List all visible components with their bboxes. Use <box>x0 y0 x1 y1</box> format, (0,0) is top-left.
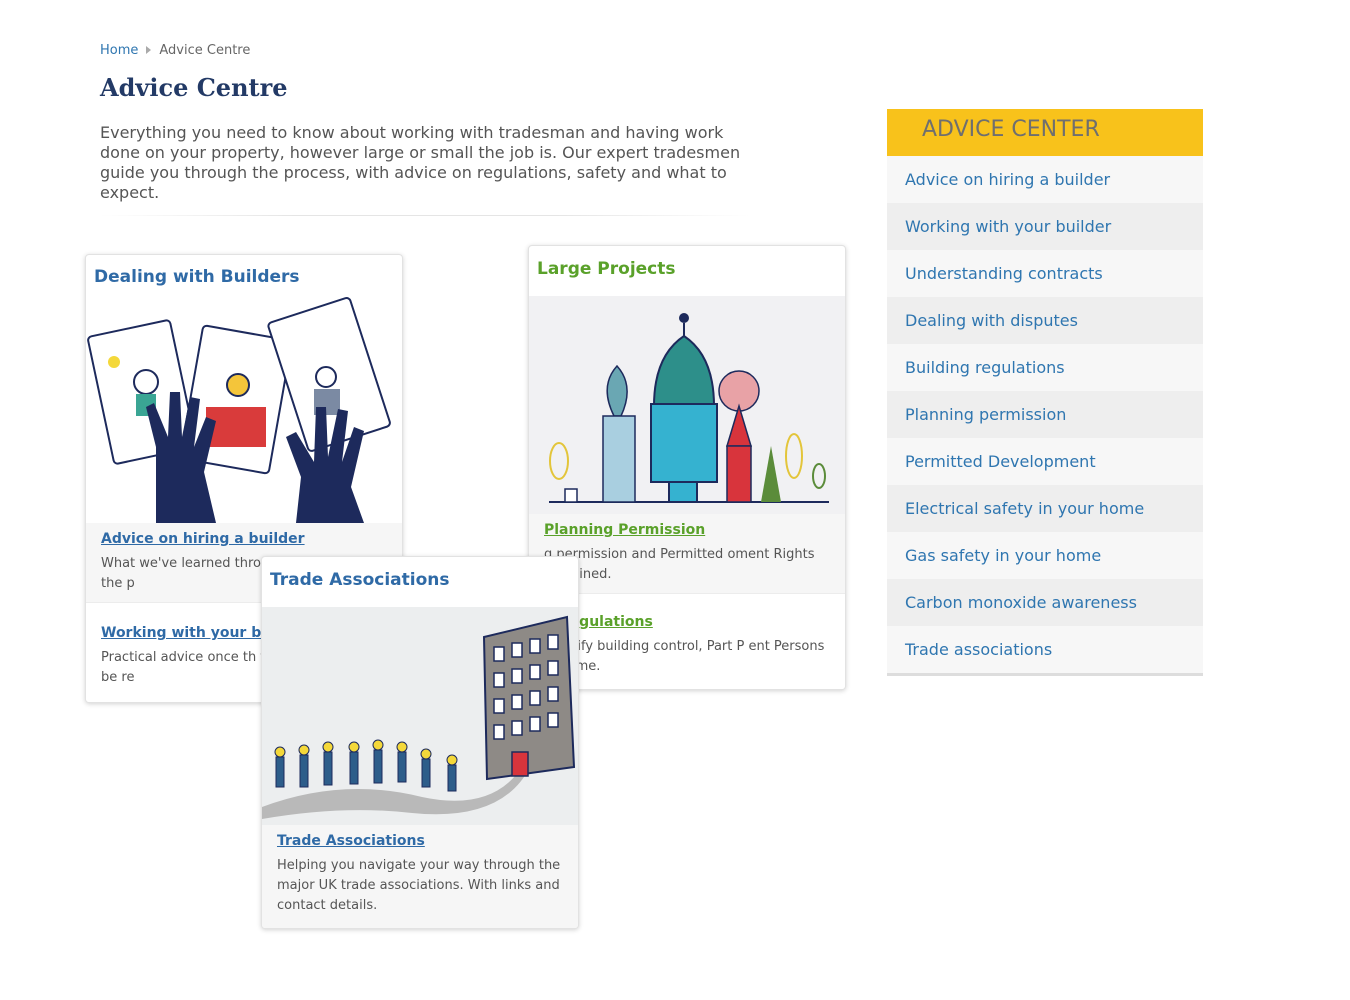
breadcrumb: Home Advice Centre <box>100 43 250 58</box>
page-title: Advice Centre <box>100 73 288 102</box>
sidebar-item-permitted-development[interactable]: Permitted Development <box>887 438 1203 485</box>
sidebar-item-gas-safety[interactable]: Gas safety in your home <box>887 532 1203 579</box>
breadcrumb-home-link[interactable]: Home <box>100 43 138 58</box>
card-title[interactable]: Trade Associations <box>262 557 578 607</box>
page-intro: Everything you need to know about workin… <box>100 123 741 202</box>
advice-hiring-link[interactable]: Advice on hiring a builder <box>101 531 387 547</box>
trade-associations-link[interactable]: Trade Associations <box>277 833 563 849</box>
sidebar-item-trade-associations[interactable]: Trade associations <box>887 626 1203 673</box>
planning-permission-link[interactable]: Planning Permission <box>544 522 830 538</box>
building-regulations-link[interactable]: g Regulations <box>544 614 830 630</box>
divider <box>100 215 750 216</box>
list-item: Trade Associations Helping you navigate … <box>262 825 578 928</box>
link-description: Helping you navigate your way through th… <box>277 858 561 913</box>
sidebar-item-working-builder[interactable]: Working with your builder <box>887 203 1203 250</box>
sidebar-nav: Advice on hiring a builder Working with … <box>887 156 1203 676</box>
card-trade-associations: Trade Associations Trade Associations He… <box>261 556 579 929</box>
chevron-right-icon <box>146 46 152 54</box>
sidebar-item-disputes[interactable]: Dealing with disputes <box>887 297 1203 344</box>
trade-associations-illustration[interactable] <box>262 607 578 825</box>
card-title[interactable]: Dealing with Builders <box>86 255 402 297</box>
large-projects-illustration[interactable] <box>529 296 845 514</box>
sidebar-heading: ADVICE CENTER <box>887 109 1203 156</box>
sidebar-item-electrical-safety[interactable]: Electrical safety in your home <box>887 485 1203 532</box>
link-description: g permission and Permitted oment Rights … <box>544 547 815 582</box>
sidebar-item-carbon-monoxide[interactable]: Carbon monoxide awareness <box>887 579 1203 626</box>
card-title[interactable]: Large Projects <box>529 246 845 296</box>
advice-sidebar: ADVICE CENTER Advice on hiring a builder… <box>887 109 1203 676</box>
link-description: o notify building control, Part P ent Pe… <box>544 639 825 674</box>
sidebar-item-hiring-builder[interactable]: Advice on hiring a builder <box>887 156 1203 203</box>
builders-illustration[interactable] <box>86 297 402 523</box>
sidebar-item-planning-permission[interactable]: Planning permission <box>887 391 1203 438</box>
sidebar-item-building-regulations[interactable]: Building regulations <box>887 344 1203 391</box>
sidebar-item-contracts[interactable]: Understanding contracts <box>887 250 1203 297</box>
breadcrumb-current: Advice Centre <box>159 43 251 58</box>
